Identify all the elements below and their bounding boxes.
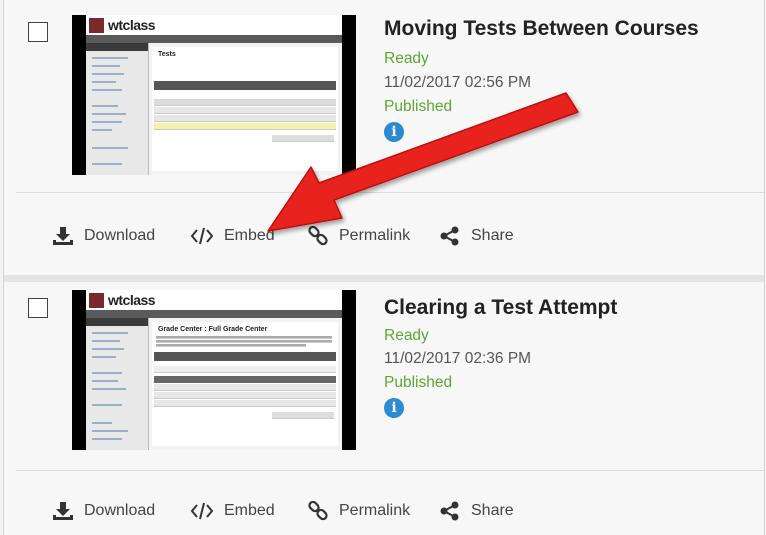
embed-label: Embed [224, 227, 275, 244]
thumbnail-logo: wtclass [108, 17, 156, 33]
video-thumbnail[interactable]: wtclass Grade Center : Full Grade Center [72, 290, 356, 450]
download-button[interactable]: Download [52, 226, 155, 246]
download-label: Download [84, 502, 156, 519]
thumbnail-logo: wtclass [108, 292, 156, 308]
share-button[interactable]: Share [439, 226, 514, 246]
select-checkbox[interactable] [28, 22, 48, 42]
download-button[interactable]: Download [52, 501, 155, 521]
thumbnail-screenshot: wtclass Grade Center : Full Grade Center [86, 290, 342, 450]
status-label: Ready [384, 50, 429, 67]
embed-label: Embed [224, 502, 275, 519]
select-checkbox[interactable] [28, 298, 48, 318]
share-label: Share [471, 227, 514, 244]
code-icon [190, 226, 214, 246]
publish-status: Published [384, 374, 453, 391]
permalink-label: Permalink [339, 502, 411, 519]
download-icon [52, 501, 74, 521]
embed-button[interactable]: Embed [190, 226, 275, 246]
thumbnail-screenshot: wtclass Tests [86, 15, 342, 175]
media-card: wtclass Grade Center : Full Grade Center… [4, 282, 764, 535]
permalink-label: Permalink [339, 227, 411, 244]
embed-button[interactable]: Embed [190, 501, 275, 521]
download-icon [52, 226, 74, 246]
media-title[interactable]: Moving Tests Between Courses [384, 17, 699, 41]
media-title[interactable]: Clearing a Test Attempt [384, 296, 617, 320]
publish-status: Published [384, 98, 453, 115]
thumbnail-screen-title: Grade Center : Full Grade Center [158, 326, 268, 333]
download-label: Download [84, 227, 156, 244]
link-icon [307, 501, 329, 521]
media-list: wtclass Tests Moving Tests Between Cours… [3, 0, 765, 535]
code-icon [190, 501, 214, 521]
info-icon[interactable]: i [384, 122, 404, 142]
status-label: Ready [384, 327, 429, 344]
created-date: 11/02/2017 02:56 PM [384, 74, 532, 91]
share-icon [439, 226, 461, 246]
video-thumbnail[interactable]: wtclass Tests [72, 15, 356, 175]
card-separator [4, 275, 764, 282]
permalink-button[interactable]: Permalink [307, 226, 410, 246]
info-icon[interactable]: i [384, 398, 404, 418]
divider [16, 470, 764, 471]
share-icon [439, 501, 461, 521]
share-label: Share [471, 502, 514, 519]
divider [16, 192, 764, 193]
link-icon [307, 226, 329, 246]
permalink-button[interactable]: Permalink [307, 501, 410, 521]
share-button[interactable]: Share [439, 501, 514, 521]
created-date: 11/02/2017 02:36 PM [384, 350, 532, 367]
thumbnail-screen-title: Tests [158, 51, 176, 58]
media-card: wtclass Tests Moving Tests Between Cours… [4, 0, 764, 275]
